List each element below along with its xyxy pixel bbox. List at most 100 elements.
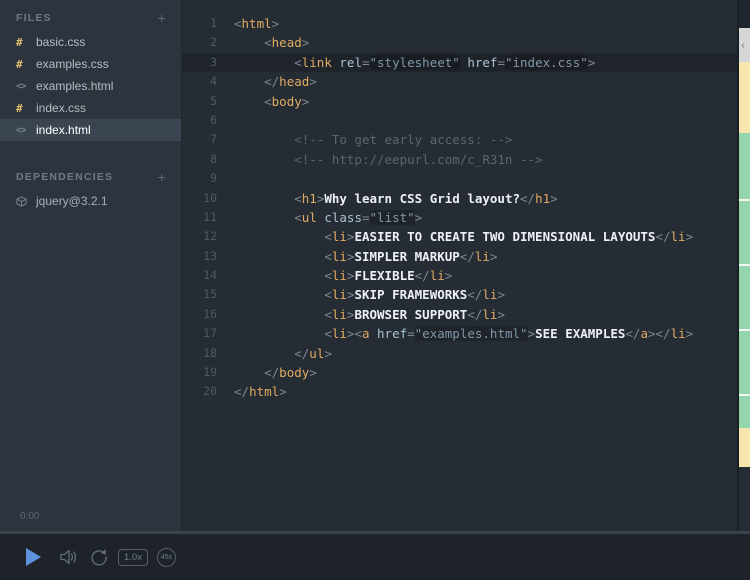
line-number: 17	[182, 324, 234, 343]
preview-footer-block	[739, 428, 750, 467]
file-name: examples.html	[36, 79, 113, 93]
code-text: <li>FLEXIBLE</li>	[234, 266, 452, 285]
file-name: basic.css	[36, 35, 85, 49]
line-number: 11	[182, 208, 234, 227]
app-window: FILES + #basic.css#examples.css<>example…	[0, 0, 750, 580]
line-number: 12	[182, 227, 234, 246]
code-line[interactable]: 9	[182, 169, 737, 188]
preview-divider	[739, 394, 750, 396]
css-file-icon: #	[16, 58, 36, 71]
line-number: 7	[182, 130, 234, 149]
code-text: <li>SKIP FRAMEWORKS</li>	[234, 285, 505, 304]
preview-divider	[739, 329, 750, 331]
code-line[interactable]: 3 <link rel="stylesheet" href="index.css…	[182, 53, 737, 72]
code-text: <li>EASIER TO CREATE TWO DIMENSIONAL LAY…	[234, 227, 693, 246]
skip-forward-button[interactable]: 45s	[157, 548, 176, 567]
html-file-icon: <>	[16, 125, 36, 136]
code-text: <html>	[234, 14, 279, 33]
file-item-examples.html[interactable]: <>examples.html	[0, 75, 181, 97]
code-line[interactable]: 14 <li>FLEXIBLE</li>	[182, 266, 737, 285]
line-number: 20	[182, 382, 234, 401]
code-line[interactable]: 5 <body>	[182, 92, 737, 111]
volume-button[interactable]	[60, 549, 80, 565]
dependencies-section-header: DEPENDENCIES +	[0, 165, 181, 190]
line-number: 1	[182, 14, 234, 33]
preview-header-block	[739, 62, 750, 133]
code-line[interactable]: 7 <!-- To get early access: -->	[182, 130, 737, 149]
line-number: 8	[182, 150, 234, 169]
line-number: 6	[182, 111, 234, 130]
code-text: <!-- http://eepurl.com/c_R31n -->	[234, 150, 543, 169]
code-text: <h1>Why learn CSS Grid layout?</h1>	[234, 189, 558, 208]
line-number: 15	[182, 285, 234, 304]
line-number: 16	[182, 305, 234, 324]
html-file-icon: <>	[16, 81, 36, 92]
line-number: 19	[182, 363, 234, 382]
code-line[interactable]: 19 </body>	[182, 363, 737, 382]
code-text: <!-- To get early access: -->	[234, 130, 512, 149]
code-line[interactable]: 6	[182, 111, 737, 130]
code-line[interactable]: 15 <li>SKIP FRAMEWORKS</li>	[182, 285, 737, 304]
code-text: <li><a href="examples.html">SEE EXAMPLES…	[234, 324, 693, 343]
file-item-examples.css[interactable]: #examples.css	[0, 53, 181, 75]
sidebar: FILES + #basic.css#examples.css<>example…	[0, 0, 182, 531]
line-number: 18	[182, 344, 234, 363]
rewind-icon	[89, 547, 109, 567]
file-item-index.css[interactable]: #index.css	[0, 97, 181, 119]
preview-pane: ‹	[737, 0, 750, 531]
code-line[interactable]: 20</html>	[182, 382, 737, 401]
code-line[interactable]: 17 <li><a href="examples.html">SEE EXAMP…	[182, 324, 737, 343]
line-number: 5	[182, 92, 234, 111]
preview-back-arrow-icon[interactable]: ‹	[739, 38, 745, 52]
code-line[interactable]: 13 <li>SIMPLER MARKUP</li>	[182, 247, 737, 266]
code-text: <head>	[234, 33, 309, 52]
code-text: <link rel="stylesheet" href="index.css">	[234, 53, 595, 72]
line-number: 14	[182, 266, 234, 285]
line-number: 2	[182, 33, 234, 52]
code-line[interactable]: 12 <li>EASIER TO CREATE TWO DIMENSIONAL …	[182, 227, 737, 246]
files-section-header: FILES +	[0, 6, 181, 31]
dependency-name: jquery@3.2.1	[36, 194, 108, 208]
rewind-button[interactable]	[89, 547, 109, 567]
dependencies-section: DEPENDENCIES + jquery@3.2.1	[0, 165, 181, 212]
preview-toolbar: ‹	[739, 28, 750, 62]
css-file-icon: #	[16, 102, 36, 115]
code-line[interactable]: 8 <!-- http://eepurl.com/c_R31n -->	[182, 150, 737, 169]
code-text: </body>	[234, 363, 317, 382]
dependencies-section-label: DEPENDENCIES	[16, 171, 113, 183]
package-icon	[16, 196, 36, 207]
code-line[interactable]: 18 </ul>	[182, 344, 737, 363]
line-number: 9	[182, 169, 234, 188]
dependency-list: jquery@3.2.1	[0, 190, 181, 212]
code-line[interactable]: 4 </head>	[182, 72, 737, 91]
code-line[interactable]: 11 <ul class="list">	[182, 208, 737, 227]
file-name: examples.css	[36, 57, 109, 71]
code-text: <li>BROWSER SUPPORT</li>	[234, 305, 505, 324]
code-text: </html>	[234, 382, 287, 401]
code-line[interactable]: 2 <head>	[182, 33, 737, 52]
code-lines: 1<html>2 <head>3 <link rel="stylesheet" …	[182, 14, 737, 402]
code-text: </head>	[234, 72, 317, 91]
playback-speed-button[interactable]: 1.0x	[118, 549, 148, 566]
preview-divider	[739, 199, 750, 201]
line-number: 3	[182, 53, 234, 72]
add-file-button[interactable]: +	[158, 13, 167, 23]
preview-list-block	[739, 133, 750, 428]
code-text: </ul>	[234, 344, 332, 363]
line-number: 13	[182, 247, 234, 266]
play-button[interactable]	[26, 548, 41, 566]
code-line[interactable]: 1<html>	[182, 14, 737, 33]
file-name: index.css	[36, 101, 86, 115]
file-item-index.html[interactable]: <>index.html	[0, 119, 181, 141]
code-line[interactable]: 10 <h1>Why learn CSS Grid layout?</h1>	[182, 189, 737, 208]
dependency-item-jquery@3.2.1[interactable]: jquery@3.2.1	[0, 190, 181, 212]
preview-divider	[739, 264, 750, 266]
line-number: 10	[182, 189, 234, 208]
preview-pane-bottom	[739, 467, 750, 531]
code-editor[interactable]: 1<html>2 <head>3 <link rel="stylesheet" …	[182, 0, 737, 531]
file-name: index.html	[36, 123, 91, 137]
add-dependency-button[interactable]: +	[158, 172, 167, 182]
code-line[interactable]: 16 <li>BROWSER SUPPORT</li>	[182, 305, 737, 324]
code-text: <ul class="list">	[234, 208, 422, 227]
file-item-basic.css[interactable]: #basic.css	[0, 31, 181, 53]
